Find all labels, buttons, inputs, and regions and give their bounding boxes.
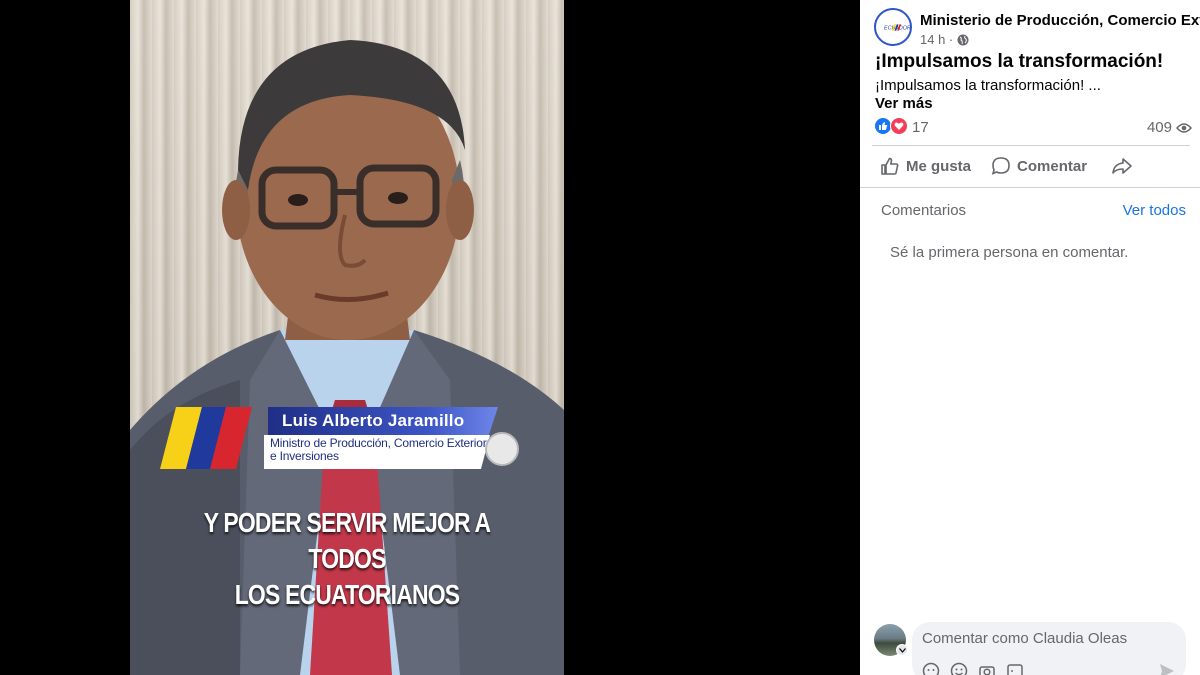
emoji-icon[interactable] xyxy=(950,662,968,675)
lower-third: Luis Alberto Jaramillo Ministro de Produ… xyxy=(160,405,500,470)
page-avatar[interactable]: ECUADOR xyxy=(874,8,912,46)
comment-composer xyxy=(874,622,1200,675)
thumbs-up-icon xyxy=(881,157,899,175)
video-caption: Y PODER SERVIR MEJOR A TODOS LOS ECUATOR… xyxy=(169,505,525,613)
reactions-row: 17 409 xyxy=(874,117,1192,139)
view-all-comments-link[interactable]: Ver todos xyxy=(1123,202,1186,219)
views-number: 409 xyxy=(1146,119,1172,136)
reaction-icons[interactable] xyxy=(874,117,908,135)
post-text: ¡Impulsamos la transformación! ... xyxy=(875,77,1101,94)
speaker-title: Ministro de Producción, Comercio Exterio… xyxy=(270,436,487,463)
page-name[interactable]: Ministerio de Producción, Comercio Exter… xyxy=(920,12,1200,29)
see-more-link[interactable]: Ver más xyxy=(875,95,933,112)
post-time[interactable]: 14 h · xyxy=(920,32,953,47)
post-actions: Me gusta Comentar xyxy=(872,148,1190,184)
caption-line-2: LOS ECUATORIANOS xyxy=(234,579,460,610)
empty-comments-message: Sé la primera persona en comentar. xyxy=(890,244,1129,261)
post-side-panel: ECUADOR Ministerio de Producción, Comerc… xyxy=(860,0,1200,675)
share-icon xyxy=(1112,158,1132,174)
divider xyxy=(872,145,1190,146)
app-window: Luis Alberto Jaramillo Ministro de Produ… xyxy=(0,0,1200,675)
share-button[interactable] xyxy=(1105,148,1139,184)
comments-label: Comentarios xyxy=(881,202,967,219)
sticker-icon[interactable] xyxy=(922,662,940,675)
comment-label: Comentar xyxy=(1017,157,1088,175)
ecuador-flag-stripes xyxy=(160,407,252,469)
eye-icon xyxy=(1176,122,1192,133)
globe-icon xyxy=(957,34,969,45)
video-stage[interactable]: Luis Alberto Jaramillo Ministro de Produ… xyxy=(0,0,860,675)
divider xyxy=(860,187,1200,188)
views-count: 409 xyxy=(1147,119,1192,136)
post-meta: 14 h · xyxy=(920,32,969,47)
love-reaction-icon xyxy=(890,117,908,135)
send-icon[interactable] xyxy=(1158,662,1176,675)
comment-input[interactable] xyxy=(922,630,1172,647)
camera-icon[interactable] xyxy=(978,662,996,675)
video-frame[interactable]: Luis Alberto Jaramillo Ministro de Produ… xyxy=(130,0,564,675)
like-label: Me gusta xyxy=(906,157,972,175)
gif-icon[interactable] xyxy=(1006,662,1024,675)
comment-bubble-icon xyxy=(991,157,1010,175)
caption-line-1: Y PODER SERVIR MEJOR A TODOS xyxy=(203,507,491,574)
comment-box[interactable] xyxy=(912,622,1186,675)
post-header: ECUADOR Ministerio de Producción, Comerc… xyxy=(874,8,1200,50)
lapel-pin xyxy=(485,432,519,466)
speaker-name: Luis Alberto Jaramillo xyxy=(282,411,465,430)
post-title: ¡Impulsamos la transformación! xyxy=(875,51,1164,72)
ecuador-logo-icon: ECUADOR xyxy=(884,24,910,32)
composer-tools xyxy=(922,662,1024,675)
reaction-count[interactable]: 17 xyxy=(912,119,929,136)
chevron-down-icon[interactable] xyxy=(896,644,908,656)
comment-button[interactable]: Comentar xyxy=(985,148,1093,184)
like-button[interactable]: Me gusta xyxy=(874,148,977,184)
